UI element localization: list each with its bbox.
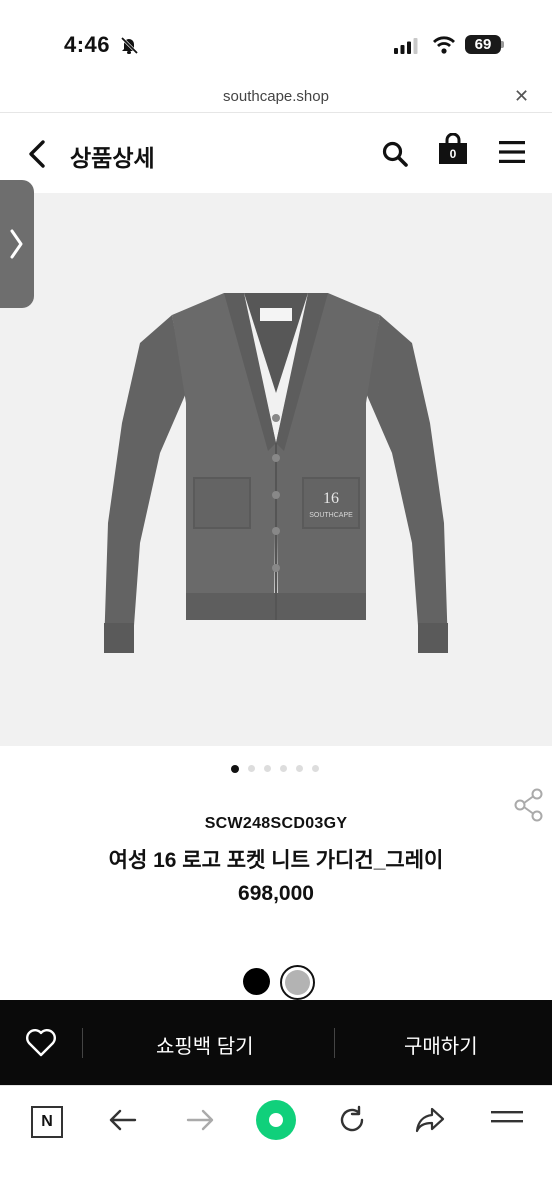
pagination-dot[interactable] (312, 765, 319, 773)
arrow-right-icon[interactable] (185, 1108, 215, 1132)
pocket-brand: SOUTHCAPE (309, 512, 353, 519)
battery-tip (501, 41, 504, 48)
product-price: 698,000 (238, 882, 314, 905)
product-code: SCW248SCD03GY (204, 815, 348, 832)
cart-count-badge: 0 (449, 147, 457, 161)
app-header: 상품상세 0 (0, 113, 552, 193)
pagination-dot[interactable] (280, 765, 287, 773)
image-pagination (231, 760, 328, 773)
pagination-dot[interactable] (248, 765, 255, 773)
product-image[interactable]: 16 SOUTHCAPE (0, 193, 552, 746)
arrow-left-icon[interactable] (108, 1108, 138, 1132)
status-bar: 4:46 69 (0, 0, 552, 82)
forward-share-icon[interactable] (414, 1106, 446, 1134)
green-home-dot (269, 1113, 283, 1127)
search-icon[interactable] (381, 140, 409, 168)
page-title: 상품상세 (70, 145, 155, 171)
hamburger-icon[interactable] (491, 1109, 523, 1131)
browser-toolbar: N (0, 1085, 552, 1201)
menu-icon[interactable] (499, 139, 525, 165)
cardigan-illustration: 16 SOUTHCAPE (104, 293, 448, 653)
naver-home-icon[interactable]: N (31, 1106, 63, 1138)
product-name: 여성 16 로고 포켓 니트 가디건_그레이 (108, 849, 444, 872)
pagination-dot[interactable] (296, 765, 303, 773)
heart-icon[interactable] (25, 1028, 57, 1058)
chevron-left-icon[interactable] (26, 139, 48, 169)
divider (334, 1028, 335, 1058)
signal-icon (394, 38, 418, 54)
pagination-dot[interactable] (264, 765, 271, 773)
battery-level: 69 (465, 35, 501, 54)
wifi-icon (433, 36, 455, 54)
url-text[interactable]: southcape.shop (0, 88, 552, 105)
side-drawer-tab[interactable] (0, 180, 34, 308)
purchase-bar: 쇼핑백 담기 구매하기 (0, 1000, 552, 1085)
chevron-right-icon (10, 229, 23, 259)
add-to-cart-button[interactable]: 쇼핑백 담기 (156, 1030, 254, 1059)
color-swatch-gray[interactable] (285, 970, 310, 995)
status-time: 4:46 (64, 32, 111, 57)
pocket-number: 16 (323, 490, 339, 507)
buy-now-button[interactable]: 구매하기 (404, 1030, 478, 1059)
bell-muted-icon (120, 36, 139, 55)
pagination-dot[interactable] (231, 764, 239, 773)
divider (82, 1028, 83, 1058)
reload-icon[interactable] (337, 1105, 367, 1135)
url-bar[interactable]: southcape.shop ✕ (0, 82, 552, 112)
close-icon[interactable]: ✕ (514, 86, 529, 107)
color-swatch-black[interactable] (243, 968, 270, 995)
